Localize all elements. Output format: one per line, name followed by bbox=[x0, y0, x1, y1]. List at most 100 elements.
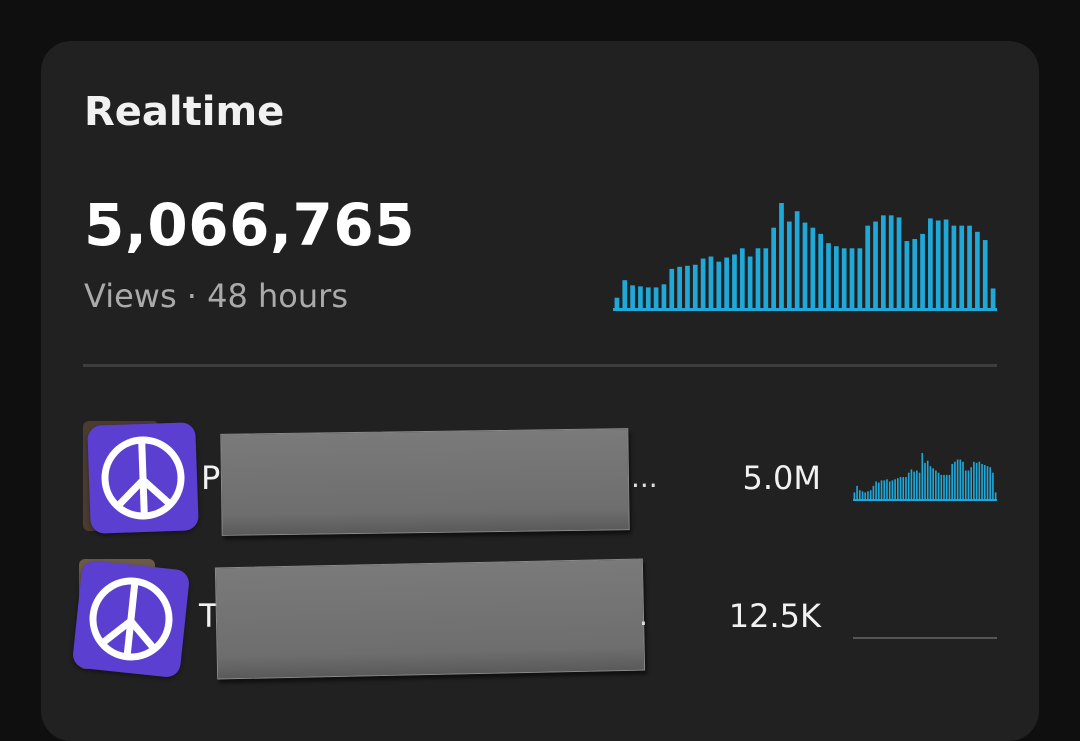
chart-bar bbox=[669, 268, 675, 308]
chart-bar bbox=[732, 254, 737, 308]
chart-bar bbox=[858, 490, 861, 499]
chart-bar bbox=[978, 461, 981, 499]
chart-bar bbox=[916, 470, 918, 499]
divider bbox=[83, 364, 997, 367]
peace-sign-icon bbox=[87, 422, 199, 534]
chart-bar bbox=[794, 211, 800, 308]
row-view-count: 5.0M bbox=[742, 459, 822, 497]
chart-bar bbox=[861, 491, 864, 499]
views-period-label: Views · 48 hours bbox=[84, 277, 348, 315]
chart-bar bbox=[739, 248, 745, 308]
total-views: 5,066,765 bbox=[84, 191, 416, 259]
title-ellipsis: ... bbox=[631, 461, 658, 494]
chart-bar bbox=[986, 466, 989, 499]
chart-bar bbox=[869, 490, 872, 499]
chart-baseline bbox=[853, 499, 997, 501]
chart-bar bbox=[956, 459, 959, 499]
chart-bar bbox=[929, 466, 932, 499]
chart-bar bbox=[940, 474, 943, 499]
chart-bar bbox=[802, 222, 808, 308]
chart-bar bbox=[981, 463, 983, 499]
chart-bar bbox=[661, 284, 667, 308]
chart-bar bbox=[700, 258, 706, 308]
chart-bar bbox=[779, 203, 784, 308]
chart-bar bbox=[708, 256, 714, 308]
chart-bar bbox=[886, 479, 888, 499]
chart-bar bbox=[865, 225, 871, 308]
chart-bar bbox=[883, 480, 886, 499]
chart-baseline bbox=[613, 308, 997, 311]
realtime-card[interactable]: Realtime 5,066,765 Views · 48 hours P ..… bbox=[41, 41, 1039, 741]
chart-bar bbox=[902, 477, 905, 499]
chart-bar bbox=[872, 485, 875, 499]
chart-bar bbox=[853, 492, 856, 499]
chart-bar bbox=[967, 225, 972, 308]
chart-bar bbox=[755, 248, 761, 308]
chart-bar bbox=[875, 481, 877, 499]
chart-bar bbox=[918, 472, 921, 499]
top-content-row[interactable]: P ... 5.0M bbox=[41, 421, 1039, 541]
title-ellipsis: . bbox=[639, 599, 648, 632]
chart-bar bbox=[962, 461, 964, 499]
chart-bar bbox=[638, 286, 643, 308]
chart-bar bbox=[645, 287, 651, 308]
chart-bar bbox=[897, 478, 899, 499]
chart-bar bbox=[989, 467, 992, 499]
chart-bar bbox=[924, 462, 926, 499]
chart-bar bbox=[873, 221, 878, 308]
chart-bar bbox=[771, 227, 777, 308]
chart-bar bbox=[904, 241, 910, 308]
chart-bar bbox=[943, 474, 945, 499]
chart-bar bbox=[864, 492, 867, 499]
chart-bar bbox=[888, 481, 891, 499]
chart-bar bbox=[881, 215, 886, 308]
card-title: Realtime bbox=[84, 89, 285, 135]
row-views-sparkline bbox=[853, 453, 997, 501]
chart-bar bbox=[888, 215, 894, 308]
peace-sign-icon bbox=[71, 559, 191, 679]
row-view-count: 12.5K bbox=[728, 597, 821, 635]
chart-bar bbox=[945, 474, 948, 499]
chart-bar bbox=[763, 248, 769, 308]
chart-bar bbox=[992, 472, 994, 499]
chart-bar bbox=[970, 467, 973, 499]
chart-bar bbox=[943, 219, 949, 308]
chart-bar bbox=[724, 257, 729, 308]
chart-bar bbox=[867, 491, 869, 499]
chart-bar bbox=[951, 225, 957, 308]
chart-bar bbox=[880, 480, 883, 499]
chart-bar bbox=[622, 280, 628, 308]
chart-bar bbox=[959, 459, 962, 499]
chart-bar bbox=[614, 297, 620, 308]
chart-bar bbox=[967, 470, 970, 499]
chart-bar bbox=[948, 474, 951, 499]
video-title: P bbox=[201, 459, 221, 497]
chart-bar bbox=[891, 480, 894, 499]
chart-bar bbox=[630, 285, 635, 308]
chart-bar bbox=[964, 470, 967, 499]
chart-bar bbox=[975, 462, 978, 499]
chart-bar bbox=[932, 468, 934, 499]
chart-bar bbox=[912, 239, 918, 308]
redaction-block bbox=[220, 428, 630, 536]
chart-bar bbox=[926, 460, 929, 499]
chart-bar bbox=[810, 227, 816, 308]
chart-bar bbox=[692, 264, 698, 308]
chart-bar bbox=[975, 231, 980, 308]
chart-bar bbox=[935, 220, 941, 308]
chart-bar bbox=[877, 482, 880, 499]
chart-bar bbox=[907, 472, 910, 499]
chart-bar bbox=[990, 288, 996, 308]
chart-bar bbox=[959, 225, 965, 308]
chart-bar bbox=[856, 485, 858, 499]
chart-bar bbox=[905, 477, 907, 499]
chart-bar bbox=[716, 261, 722, 308]
top-content-row[interactable]: T . 12.5K bbox=[41, 558, 1039, 680]
chart-bar bbox=[951, 463, 953, 499]
chart-bar bbox=[747, 256, 753, 308]
chart-bar bbox=[899, 477, 902, 499]
chart-bar bbox=[994, 492, 997, 499]
chart-bar bbox=[920, 233, 925, 308]
chart-bar bbox=[954, 461, 956, 499]
chart-bar bbox=[857, 248, 863, 308]
